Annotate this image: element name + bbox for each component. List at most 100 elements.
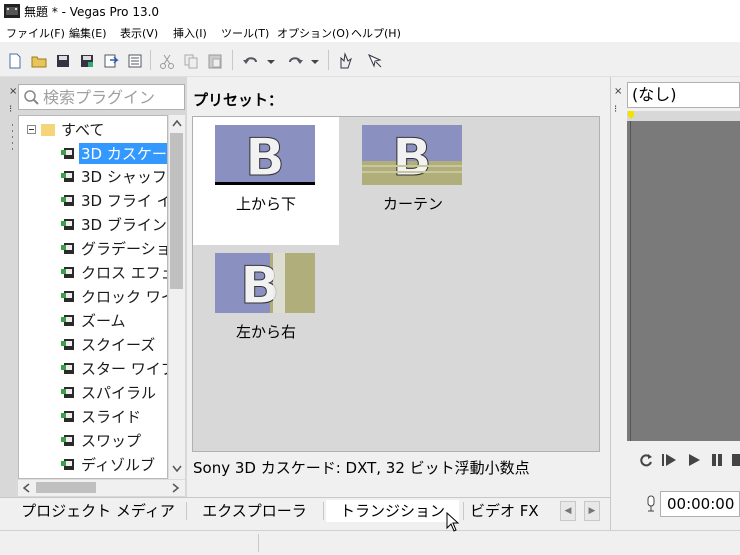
- save-as-icon[interactable]: [78, 52, 96, 70]
- status-bar: [0, 530, 740, 555]
- menu-file[interactable]: ファイル(F): [6, 25, 65, 41]
- svg-text:×: ×: [614, 86, 622, 97]
- toolbar-divider: [150, 50, 151, 70]
- tree-item-star-wipe[interactable]: スター ワイプ: [19, 357, 167, 380]
- plugin-icon: [61, 435, 74, 446]
- scroll-right-icon[interactable]: [172, 483, 180, 493]
- cut-icon[interactable]: [158, 52, 176, 70]
- tree-item-label: 3D カスケード: [79, 143, 167, 164]
- tab-transitions[interactable]: トランジション: [326, 500, 459, 522]
- properties-icon[interactable]: [126, 52, 144, 70]
- undo-icon[interactable]: [242, 52, 260, 70]
- menu-edit[interactable]: 編集(E): [69, 25, 107, 41]
- play-icon[interactable]: [686, 452, 702, 468]
- plugin-icon: [61, 148, 74, 159]
- plugin-icon: [61, 291, 74, 302]
- tree-item-swap[interactable]: スワップ: [19, 429, 167, 452]
- redo-dropdown-icon[interactable]: [310, 52, 320, 70]
- playhead-marker-icon[interactable]: [628, 111, 634, 119]
- undo-dropdown-icon[interactable]: [266, 52, 276, 70]
- tab-project-media[interactable]: プロジェクト メディア: [18, 500, 178, 522]
- menu-options[interactable]: オプション(O): [277, 25, 349, 41]
- scroll-left-icon[interactable]: [22, 483, 30, 493]
- window-title: 無題 * - Vegas Pro 13.0: [24, 5, 160, 19]
- plugin-icon: [61, 267, 74, 278]
- selection-tool-icon[interactable]: [366, 52, 384, 70]
- plugin-icon: [61, 339, 74, 350]
- play-from-start-icon[interactable]: [661, 452, 677, 468]
- preset-thumbnail: B: [215, 125, 315, 185]
- preset-curtain[interactable]: B カーテン: [340, 117, 486, 245]
- tree-item-zoom[interactable]: ズーム: [19, 309, 167, 332]
- plugin-icon: [61, 387, 74, 398]
- collapse-icon[interactable]: [27, 125, 36, 134]
- tree-item-slide[interactable]: スライド: [19, 405, 167, 428]
- svg-text:×: ×: [9, 86, 17, 97]
- tree-root-label: すべて: [61, 121, 105, 139]
- plugin-icon: [61, 411, 74, 422]
- tree-item-3d-fly[interactable]: 3D フライ イン/アウト: [19, 189, 167, 212]
- transition-tree: すべて 3D カスケード 3D シャッフル 3D フライ イン/アウト 3D ブ…: [18, 115, 168, 479]
- tab-scroll-left-icon[interactable]: ◀: [560, 501, 576, 521]
- tree-item-label: クロス エフェクト: [81, 264, 167, 282]
- stop-icon[interactable]: [731, 452, 740, 468]
- tree-item-label: クロック ワイプ: [81, 288, 167, 306]
- tab-scroll-right-icon[interactable]: ▶: [584, 501, 600, 521]
- menu-view[interactable]: 表示(V): [120, 25, 158, 41]
- scroll-down-icon[interactable]: [172, 465, 182, 473]
- preview-source-select[interactable]: (なし): [627, 82, 740, 108]
- redo-icon[interactable]: [286, 52, 304, 70]
- tree-item-cross-effect[interactable]: クロス エフェクト: [19, 261, 167, 284]
- presets-heading: プリセット：: [193, 91, 284, 109]
- save-icon[interactable]: [54, 52, 72, 70]
- dock-grip-handle[interactable]: × ⁝: [613, 84, 625, 494]
- tree-item-label: スライド: [81, 408, 142, 426]
- scroll-up-icon[interactable]: [172, 119, 182, 127]
- tab-video-fx[interactable]: ビデオ FX: [470, 500, 556, 522]
- preset-top-to-bottom[interactable]: B 上から下: [193, 117, 339, 245]
- timecode-display[interactable]: 00:00:00: [660, 491, 740, 517]
- tree-item-clock-wipe[interactable]: クロック ワイプ: [19, 285, 167, 308]
- tree-hscroll-thumb[interactable]: [36, 482, 96, 493]
- new-file-icon[interactable]: [6, 52, 24, 70]
- preset-description: Sony 3D カスケード: DXT, 32 ビット浮動小数点: [193, 459, 530, 477]
- tree-item-label: 3D ブラインド: [81, 216, 167, 234]
- svg-text:B: B: [392, 128, 432, 185]
- plugin-icon: [61, 219, 74, 230]
- tree-item-label: スパイラル: [81, 384, 157, 402]
- render-icon[interactable]: [102, 52, 120, 70]
- open-folder-icon[interactable]: [30, 52, 48, 70]
- search-plugin-input[interactable]: [43, 87, 181, 107]
- search-plugin-box[interactable]: [18, 84, 185, 110]
- svg-text:⁝: ⁝: [9, 104, 12, 115]
- tree-item-3d-cascade[interactable]: 3D カスケード: [19, 142, 167, 165]
- preset-left-to-right[interactable]: B 左から右: [193, 245, 339, 373]
- tree-item-dissolve[interactable]: ディゾルブ: [19, 453, 167, 476]
- tree-item-gradation-wipe[interactable]: グラデーション ワイプ: [19, 237, 167, 260]
- tree-root-all[interactable]: すべて: [19, 118, 167, 141]
- svg-text:B: B: [245, 128, 285, 185]
- tree-item-label: 3D シャッフル: [81, 168, 167, 186]
- menu-help[interactable]: ヘルプ(H): [351, 25, 401, 41]
- menu-tools[interactable]: ツール(T): [221, 25, 269, 41]
- tree-scroll-thumb[interactable]: [170, 133, 183, 289]
- title-bar: 無題 * - Vegas Pro 13.0: [0, 0, 740, 22]
- tree-item-label: スクイーズ: [81, 336, 156, 354]
- tab-divider: [323, 502, 324, 520]
- tree-item-squeeze[interactable]: スクイーズ: [19, 333, 167, 356]
- plugin-icon: [61, 315, 74, 326]
- edit-tool-icon[interactable]: [336, 52, 354, 70]
- tree-item-3d-shuffle[interactable]: 3D シャッフル: [19, 165, 167, 188]
- folder-icon: [41, 124, 55, 136]
- tab-explorer[interactable]: エクスプローラ: [192, 500, 317, 522]
- pause-icon[interactable]: [709, 452, 725, 468]
- vegas-app-icon[interactable]: [4, 4, 20, 18]
- loop-icon[interactable]: [638, 452, 654, 468]
- plugin-icon: [61, 195, 74, 206]
- microphone-icon[interactable]: [645, 495, 657, 513]
- tree-item-3d-blind[interactable]: 3D ブラインド: [19, 213, 167, 236]
- tree-item-spiral[interactable]: スパイラル: [19, 381, 167, 404]
- copy-icon[interactable]: [182, 52, 200, 70]
- menu-insert[interactable]: 挿入(I): [173, 25, 207, 41]
- paste-icon[interactable]: [206, 52, 224, 70]
